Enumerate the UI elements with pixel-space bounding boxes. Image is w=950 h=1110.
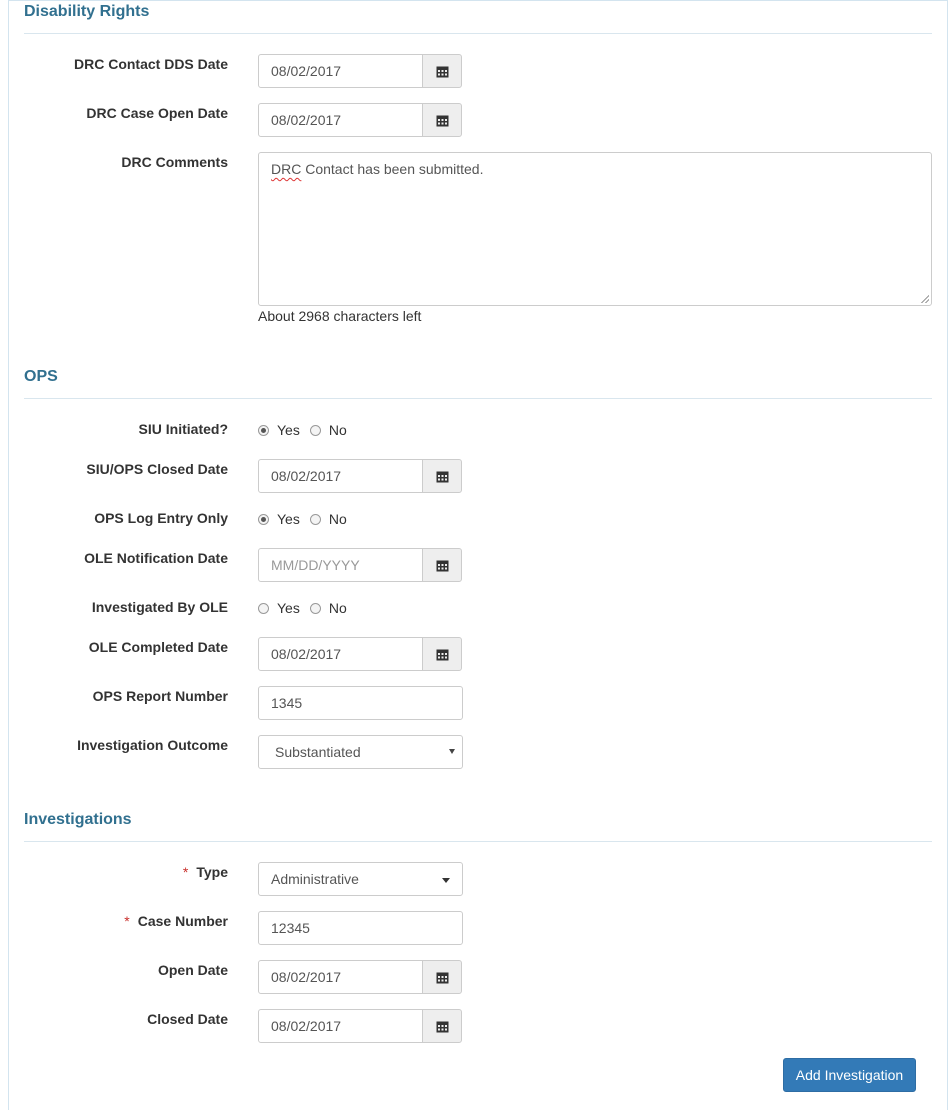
field-label: * Type <box>183 864 228 880</box>
radio-label-no: No <box>328 422 347 438</box>
investigation-type-select[interactable]: Administrative <box>258 862 463 896</box>
characters-left-help: About 2968 characters left <box>258 308 422 324</box>
ops-log-entry-only-no-radio[interactable] <box>309 513 321 525</box>
calendar-button[interactable] <box>422 103 462 137</box>
ops-log-entry-only-yes-radio[interactable] <box>258 513 269 525</box>
radio-label-yes: Yes <box>277 511 300 527</box>
radio-label-no: No <box>328 600 347 616</box>
calendar-icon <box>436 972 448 983</box>
calendar-icon <box>436 1021 448 1032</box>
field-label: Investigation Outcome <box>77 737 228 753</box>
selected-value: Substantiated <box>275 744 361 760</box>
field-label: DRC Contact DDS Date <box>73 56 228 72</box>
ops-report-number-input[interactable]: 1345 <box>258 686 463 720</box>
radio-label-yes: Yes <box>277 422 300 438</box>
section-divider <box>24 33 932 34</box>
date-picker: MM/DD/YYYY <box>258 548 462 582</box>
calendar-button[interactable] <box>422 548 462 582</box>
closed-date-row: Closed Date 08/02/2017 <box>0 1009 950 1043</box>
field-label: SIU/OPS Closed Date <box>86 461 228 477</box>
investigation-outcome-row: Investigation Outcome Substantiated <box>0 735 950 769</box>
field-label: SIU Initiated? <box>138 421 228 437</box>
calendar-icon <box>436 471 448 482</box>
section-title-ops: OPS <box>24 368 58 385</box>
ops-log-entry-only-radio-group: Yes No <box>258 509 357 529</box>
ole-completed-date-input[interactable]: 08/02/2017 <box>258 637 423 671</box>
drc-comments-textarea[interactable]: DRC Contact has been submitted. <box>258 152 932 306</box>
date-picker: 08/02/2017 <box>258 103 462 137</box>
investigated-by-ole-row: Investigated By OLE Yes No <box>0 598 950 632</box>
field-label: DRC Comments <box>121 154 228 170</box>
closed-date-input[interactable]: 08/02/2017 <box>258 1009 423 1043</box>
case-number-row: * Case Number 12345 <box>0 911 950 945</box>
drc-contact-dds-date-input[interactable]: 08/02/2017 <box>258 54 423 88</box>
drc-case-open-date-row: DRC Case Open Date 08/02/2017 <box>0 103 950 137</box>
resize-handle[interactable] <box>921 295 929 303</box>
siu-initiated-row: SIU Initiated? Yes No <box>0 420 950 454</box>
calendar-button[interactable] <box>422 1009 462 1043</box>
misspelled-word: DRC <box>271 161 302 177</box>
date-picker: 08/02/2017 <box>258 459 462 493</box>
date-picker: 08/02/2017 <box>258 637 462 671</box>
drc-case-open-date-input[interactable]: 08/02/2017 <box>258 103 423 137</box>
label-text: Case Number <box>137 913 228 929</box>
selected-value: Administrative <box>271 871 359 887</box>
open-date-row: Open Date 08/02/2017 <box>0 960 950 994</box>
comment-text: Contact has been submitted. <box>301 161 484 177</box>
field-label: Investigated By OLE <box>91 599 228 615</box>
field-label: OLE Completed Date <box>88 639 228 655</box>
siu-initiated-no-radio[interactable] <box>309 424 321 436</box>
ole-completed-date-row: OLE Completed Date 08/02/2017 <box>0 637 950 671</box>
section-divider <box>24 398 932 399</box>
field-label: OPS Log Entry Only <box>94 510 228 526</box>
section-title-investigations: Investigations <box>24 811 132 828</box>
ops-report-number-row: OPS Report Number 1345 <box>0 686 950 720</box>
field-label: Open Date <box>157 962 228 978</box>
ole-notification-date-input[interactable]: MM/DD/YYYY <box>258 548 423 582</box>
calendar-button[interactable] <box>422 637 462 671</box>
calendar-icon <box>436 560 448 571</box>
field-label: OLE Notification Date <box>84 550 228 566</box>
chevron-down-icon <box>449 749 455 754</box>
ops-log-entry-only-row: OPS Log Entry Only Yes No <box>0 509 950 543</box>
calendar-button[interactable] <box>422 54 462 88</box>
drc-contact-dds-date-row: DRC Contact DDS Date 08/02/2017 <box>0 54 950 88</box>
field-label: * Case Number <box>124 913 228 929</box>
siu-ops-closed-date-row: SIU/OPS Closed Date 08/02/2017 <box>0 459 950 493</box>
calendar-icon <box>436 115 448 126</box>
calendar-button[interactable] <box>422 459 462 493</box>
case-number-input[interactable]: 12345 <box>258 911 463 945</box>
radio-label-no: No <box>328 511 347 527</box>
calendar-icon <box>436 649 448 660</box>
required-marker: * <box>124 913 130 929</box>
investigation-type-row: * Type Administrative <box>0 862 950 896</box>
siu-ops-closed-date-input[interactable]: 08/02/2017 <box>258 459 423 493</box>
field-label: OPS Report Number <box>92 688 228 704</box>
calendar-icon <box>436 66 448 77</box>
date-picker: 08/02/2017 <box>258 54 462 88</box>
label-text: Type <box>196 864 228 880</box>
add-investigation-button[interactable]: Add Investigation <box>783 1058 916 1092</box>
field-label: DRC Case Open Date <box>86 105 228 121</box>
open-date-input[interactable]: 08/02/2017 <box>258 960 423 994</box>
required-marker: * <box>182 864 189 880</box>
field-label: Closed Date <box>147 1011 228 1027</box>
investigated-by-ole-radio-group: Yes No <box>258 598 357 618</box>
ole-notification-date-row: OLE Notification Date MM/DD/YYYY <box>0 548 950 582</box>
investigated-by-ole-no-radio[interactable] <box>309 602 321 614</box>
calendar-button[interactable] <box>422 960 462 994</box>
investigation-outcome-select[interactable]: Substantiated <box>258 735 463 769</box>
section-title-disability-rights: Disability Rights <box>24 3 150 20</box>
section-divider <box>24 841 932 842</box>
radio-label-yes: Yes <box>277 600 300 616</box>
siu-initiated-yes-radio[interactable] <box>258 424 269 436</box>
chevron-down-icon <box>442 878 450 883</box>
date-picker: 08/02/2017 <box>258 960 462 994</box>
siu-initiated-radio-group: Yes No <box>258 420 357 440</box>
date-picker: 08/02/2017 <box>258 1009 462 1043</box>
investigated-by-ole-yes-radio[interactable] <box>258 602 269 614</box>
